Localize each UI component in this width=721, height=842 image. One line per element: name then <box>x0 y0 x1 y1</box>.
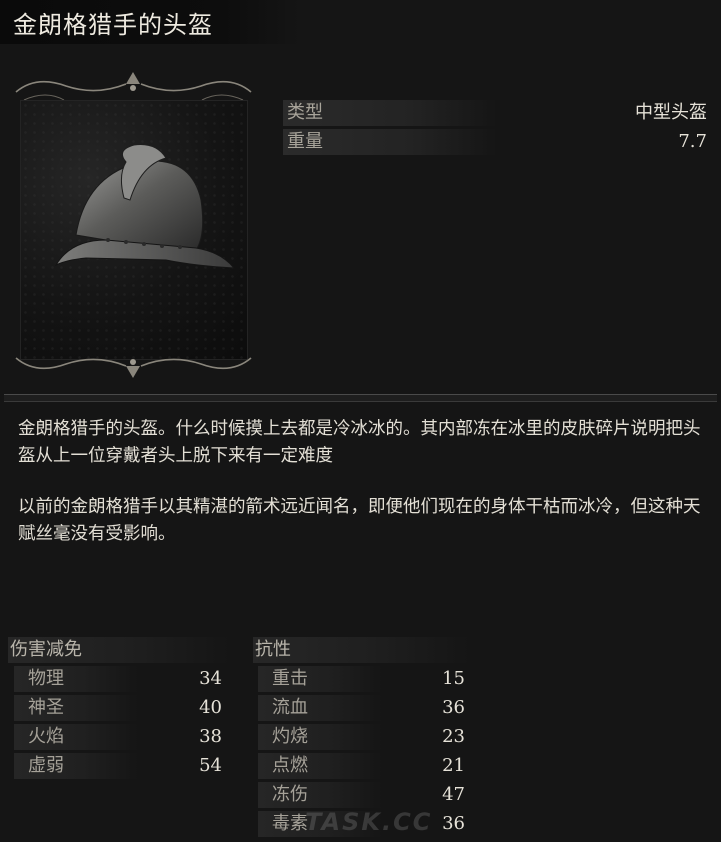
weight-value: 7.7 <box>678 131 707 152</box>
resistance-value: 36 <box>442 813 465 834</box>
stat-row-weight: 重量 7.7 <box>283 129 713 155</box>
resistance-value: 36 <box>442 697 465 718</box>
description-paragraph-1: 金朗格猎手的头盔。什么时候摸上去都是冷冰冰的。其内部冻在冰里的皮肤碎片说明把头盔… <box>18 419 701 466</box>
type-value: 中型头盔 <box>635 102 707 123</box>
damage-row: 虚弱 54 <box>14 753 222 779</box>
resistance-value: 15 <box>442 668 465 689</box>
damage-name: 虚弱 <box>14 753 138 779</box>
weight-label: 重量 <box>283 129 497 155</box>
damage-value: 54 <box>199 755 222 776</box>
item-title: 金朗格猎手的头盔 <box>13 11 213 39</box>
resistance-row: 灼烧 23 <box>258 724 465 750</box>
item-image-frame <box>6 70 261 380</box>
type-label: 类型 <box>283 100 497 126</box>
helmet-icon <box>54 144 236 269</box>
damage-value: 34 <box>199 668 222 689</box>
resistance-header: 抗性 <box>253 637 470 663</box>
damage-negation-header: 伤害减免 <box>8 637 230 663</box>
watermark: TASK.CC <box>305 808 433 836</box>
section-divider <box>4 394 717 402</box>
resistance-name: 重击 <box>258 666 382 692</box>
description-paragraph-2: 以前的金朗格猎手以其精湛的箭术远近闻名，即便他们现在的身体干枯而冰冷，但这种天赋… <box>18 497 701 544</box>
resistance-name: 灼烧 <box>258 724 382 750</box>
damage-value: 40 <box>199 697 222 718</box>
resistance-value: 21 <box>442 755 465 776</box>
damage-row: 火焰 38 <box>14 724 222 750</box>
stat-row-type: 类型 中型头盔 <box>283 100 713 126</box>
resistance-row: 流血 36 <box>258 695 465 721</box>
resistance-name: 流血 <box>258 695 382 721</box>
damage-name: 火焰 <box>14 724 138 750</box>
resistance-row: 点燃 21 <box>258 753 465 779</box>
resistance-name: 点燃 <box>258 753 382 779</box>
damage-row: 神圣 40 <box>14 695 222 721</box>
resistance-row: 冻伤 47 <box>258 782 465 808</box>
damage-row: 物理 34 <box>14 666 222 692</box>
resistance-value: 47 <box>442 784 465 805</box>
damage-value: 38 <box>199 726 222 747</box>
damage-name: 神圣 <box>14 695 138 721</box>
damage-name: 物理 <box>14 666 138 692</box>
resistance-value: 23 <box>442 726 465 747</box>
resistance-name: 冻伤 <box>258 782 382 808</box>
resistance-row: 重击 15 <box>258 666 465 692</box>
ornate-frame-bottom <box>15 357 252 378</box>
